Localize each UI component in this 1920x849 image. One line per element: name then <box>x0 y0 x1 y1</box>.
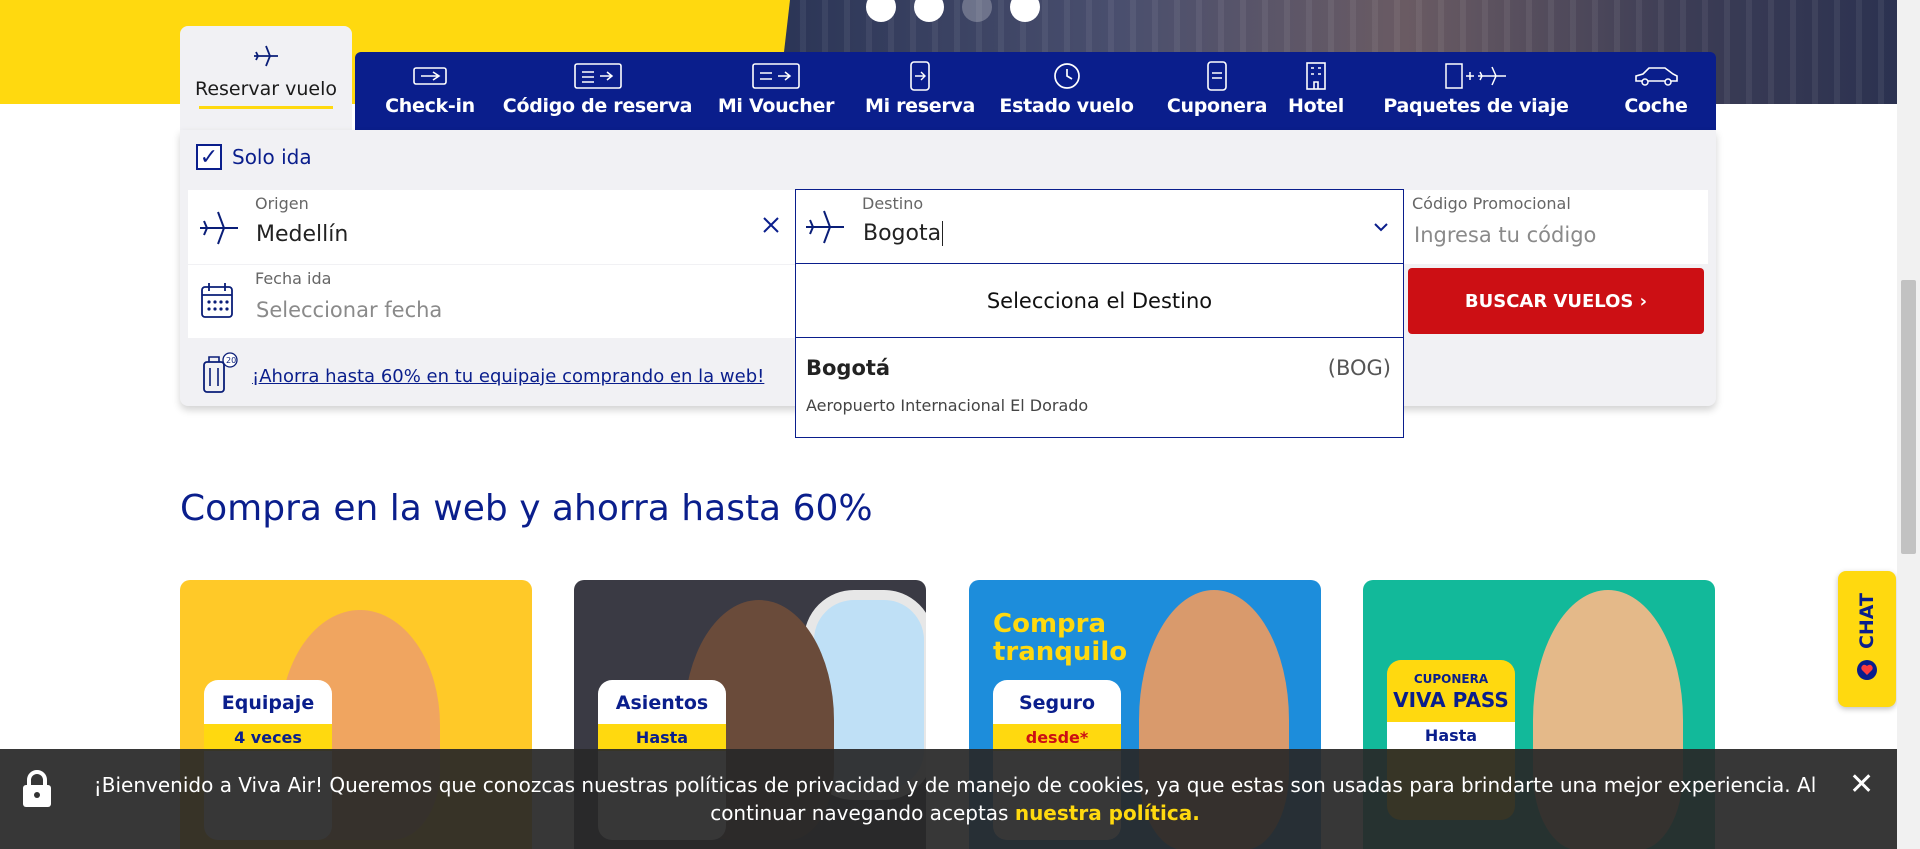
tab-mi-voucher[interactable]: Mi Voucher <box>711 52 841 130</box>
close-icon[interactable]: ✕ <box>1849 767 1874 802</box>
clock-icon <box>1052 61 1082 91</box>
promo-code-field[interactable]: Código Promocional Ingresa tu código <box>1404 190 1708 264</box>
badge-title: CUPONERA <box>1413 672 1489 686</box>
badge-subtitle: Hasta <box>1387 722 1515 749</box>
promo-label: Código Promocional <box>1412 194 1571 213</box>
chat-button[interactable]: CHAT <box>1838 571 1896 707</box>
destination-dropdown: Selecciona el Destino Bogotá (BOG) Aerop… <box>795 264 1404 438</box>
tab-label: Mi Voucher <box>717 95 835 117</box>
date-label: Fecha ida <box>255 269 332 288</box>
package-icon <box>1444 61 1508 91</box>
active-tab-indicator <box>199 106 333 109</box>
tab-label: Reservar vuelo <box>194 78 338 100</box>
carousel-dot[interactable] <box>962 0 992 22</box>
tab-label: Cuponera <box>1166 95 1268 117</box>
cookie-banner: ¡Bienvenido a Viva Air! Queremos que con… <box>0 749 1897 849</box>
svg-text:20: 20 <box>226 356 236 365</box>
chevron-down-icon[interactable] <box>1373 218 1389 237</box>
dropdown-header: Selecciona el Destino <box>796 264 1403 338</box>
luggage-promo: 20 ¡Ahorra hasta 60% en tu equipaje comp… <box>198 352 764 400</box>
mobile-booking-icon <box>909 61 931 91</box>
page-scrollbar[interactable] <box>1897 0 1920 849</box>
lock-icon <box>20 769 54 813</box>
boarding-pass-icon <box>413 61 447 91</box>
tab-label: Mi reserva <box>864 95 976 117</box>
badge-title: Seguro <box>1018 692 1096 714</box>
destination-field[interactable]: Destino Bogota <box>795 189 1404 264</box>
date-field[interactable]: Fecha ida Seleccionar fecha <box>188 265 795 338</box>
promo-input[interactable]: Ingresa tu código <box>1414 223 1596 247</box>
calendar-icon <box>200 281 234 323</box>
date-input[interactable]: Seleccionar fecha <box>256 298 442 322</box>
plane-icon <box>198 208 240 252</box>
ticket-icon <box>573 61 622 91</box>
search-flights-button[interactable]: BUSCAR VUELOS › <box>1408 268 1704 334</box>
luggage-promo-link[interactable]: ¡Ahorra hasta 60% en tu equipaje compran… <box>252 366 764 387</box>
destination-input[interactable]: Bogota <box>863 221 944 246</box>
tab-label: Coche <box>1624 95 1688 117</box>
tab-reservar-vuelo[interactable]: Reservar vuelo <box>180 26 352 130</box>
tab-label: Código de reserva <box>502 95 693 117</box>
tab-hotel[interactable]: Hotel <box>1283 52 1349 130</box>
destination-label: Destino <box>862 194 924 213</box>
badge-title: Asientos <box>615 692 709 714</box>
carousel-dot[interactable] <box>866 0 896 22</box>
card-headline: Compra tranquilo <box>993 609 1128 667</box>
cookie-message: ¡Bienvenido a Viva Air! Queremos que con… <box>70 771 1840 827</box>
option-airport: Aeropuerto Internacional El Dorado <box>806 396 1089 415</box>
one-way-label: Solo ida <box>232 145 312 169</box>
tab-mi-reserva[interactable]: Mi reserva <box>864 52 976 130</box>
plane-icon <box>804 207 846 251</box>
carousel-dot[interactable] <box>914 0 944 22</box>
scrollbar-thumb[interactable] <box>1901 280 1916 554</box>
badge-subtitle: desde* <box>993 724 1121 751</box>
voucher-icon <box>752 61 800 91</box>
section-title: Compra en la web y ahorra hasta 60% <box>180 488 873 529</box>
tab-label: Estado vuelo <box>999 95 1134 117</box>
option-city: Bogotá <box>806 356 891 380</box>
tab-bar: Check-in Código de reserva Mi Voucher Mi… <box>355 52 1716 130</box>
tab-check-in[interactable]: Check-in <box>375 52 485 130</box>
car-icon <box>1633 61 1679 91</box>
badge-subtitle: 4 veces <box>204 724 332 751</box>
tab-label: Paquetes de viaje <box>1383 95 1569 117</box>
clear-icon[interactable] <box>762 216 780 238</box>
tab-label: Hotel <box>1288 95 1344 117</box>
tab-coche[interactable]: Coche <box>1617 52 1695 130</box>
badge-title: Equipaje <box>221 692 315 714</box>
origin-input[interactable]: Medellín <box>256 222 348 247</box>
hotel-icon <box>1305 61 1327 91</box>
tab-estado-vuelo[interactable]: Estado vuelo <box>999 52 1134 130</box>
chat-label: CHAT <box>1856 592 1878 650</box>
origin-label: Origen <box>255 194 309 213</box>
one-way-checkbox[interactable]: ✓ Solo ida <box>196 144 312 170</box>
carousel-dots <box>866 0 1040 22</box>
tab-codigo-reserva[interactable]: Código de reserva <box>502 52 693 130</box>
tab-paquetes[interactable]: Paquetes de viaje <box>1383 52 1569 130</box>
tab-cuponera[interactable]: Cuponera <box>1167 52 1267 130</box>
checkmark-icon[interactable]: ✓ <box>196 144 222 170</box>
luggage-icon: 20 <box>198 352 238 400</box>
badge-subtitle: Hasta <box>598 724 726 751</box>
origin-field[interactable]: Origen Medellín <box>188 190 795 264</box>
heart-chat-icon <box>1856 659 1878 685</box>
card-headline: VIVA PASS <box>1393 688 1509 712</box>
privacy-policy-link[interactable]: nuestra política. <box>1015 801 1200 825</box>
plane-icon <box>252 44 280 72</box>
dropdown-option[interactable]: Bogotá (BOG) Aeropuerto Internacional El… <box>796 338 1403 438</box>
tab-label: Check-in <box>385 95 475 117</box>
cookie-text: ¡Bienvenido a Viva Air! Queremos que con… <box>93 773 1817 825</box>
option-code: (BOG) <box>1327 356 1391 380</box>
coupon-phone-icon <box>1206 61 1228 91</box>
destination-value: Bogota <box>863 221 942 246</box>
carousel-dot[interactable] <box>1010 0 1040 22</box>
